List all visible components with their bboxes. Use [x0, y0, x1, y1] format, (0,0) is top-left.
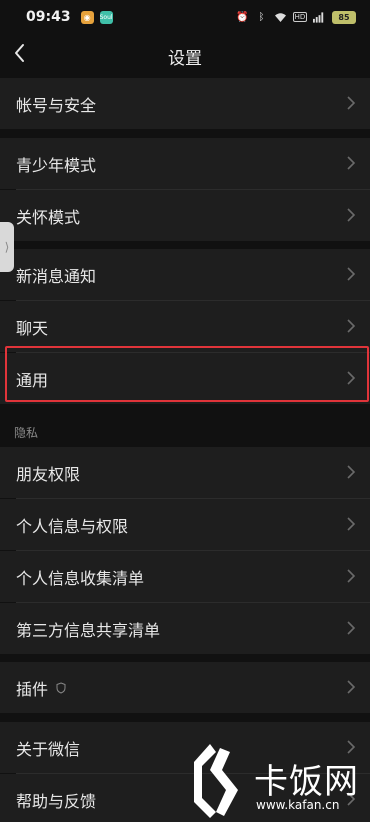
row-label: 第三方信息共享清单	[16, 620, 161, 640]
settings-item-general[interactable]: 通用	[0, 353, 370, 404]
row-label: 帮助与反馈	[16, 791, 97, 811]
settings-item-notifications[interactable]: 新消息通知	[0, 249, 370, 300]
settings-item-teen-mode[interactable]: 青少年模式	[0, 138, 370, 189]
settings-item-care-mode[interactable]: 关怀模式	[0, 190, 370, 241]
chevron-right-icon	[347, 680, 356, 694]
row-label: 聊天	[16, 318, 49, 338]
chevron-right-icon	[347, 621, 356, 635]
settings-item-personal-info[interactable]: 个人信息与权限	[0, 499, 370, 550]
row-label: 关怀模式	[16, 207, 81, 227]
row-label: 关于微信	[16, 739, 81, 759]
watermark: 卡饭网 www.kafan.cn	[180, 740, 370, 822]
settings-item-info-collection[interactable]: 个人信息收集清单	[0, 551, 370, 602]
chevron-right-icon	[347, 319, 356, 333]
row-label: 帐号与安全	[16, 95, 97, 115]
chevron-right-icon	[347, 371, 356, 385]
page-title: 设置	[168, 49, 202, 69]
settings-item-friend-permissions[interactable]: 朋友权限	[0, 447, 370, 498]
chevron-right-icon	[347, 569, 356, 583]
kafan-logo-icon	[194, 744, 238, 818]
row-label: 个人信息收集清单	[16, 568, 145, 588]
row-label: 青少年模式	[16, 155, 97, 175]
hd-icon: HD	[293, 12, 307, 22]
row-label: 个人信息与权限	[16, 516, 129, 536]
chevron-right-icon	[347, 517, 356, 531]
watermark-brand: 卡饭网	[254, 762, 359, 802]
weibo-app-icon: ◉	[80, 10, 94, 24]
battery-indicator: 85	[332, 10, 356, 24]
soul-app-icon: Soul	[99, 10, 113, 24]
settings-item-third-party-sharing[interactable]: 第三方信息共享清单	[0, 603, 370, 654]
watermark-url: www.kafan.cn	[256, 798, 340, 812]
chevron-right-icon	[347, 267, 356, 281]
status-bar: 09:43 ◉ Soul ⏰ ᛒ HD 85	[0, 0, 370, 34]
chevron-right-icon	[347, 465, 356, 479]
settings-item-chat[interactable]: 聊天	[0, 301, 370, 352]
signal-icon	[313, 11, 326, 24]
row-label: 通用	[16, 370, 49, 390]
status-icons: ⏰ ᛒ HD 85	[236, 10, 356, 24]
shield-icon	[56, 681, 66, 694]
chevron-right-icon	[347, 96, 356, 110]
settings-item-plugins[interactable]: 插件	[0, 662, 370, 713]
row-label: 插件	[16, 679, 49, 699]
bluetooth-icon: ᛒ	[258, 11, 265, 23]
status-time: 09:43	[26, 9, 71, 25]
chevron-right-icon	[347, 156, 356, 170]
chevron-right-icon: ⟩	[4, 240, 10, 254]
side-drawer-handle[interactable]: ⟩	[0, 222, 14, 272]
alarm-icon: ⏰	[236, 11, 249, 23]
header: 设置	[0, 34, 370, 78]
chevron-right-icon	[347, 208, 356, 222]
settings-item-account[interactable]: 帐号与安全	[0, 78, 370, 129]
section-label-privacy: 隐私	[14, 426, 39, 440]
row-label: 朋友权限	[16, 464, 81, 484]
row-label: 新消息通知	[16, 266, 97, 286]
wifi-icon	[274, 11, 287, 24]
